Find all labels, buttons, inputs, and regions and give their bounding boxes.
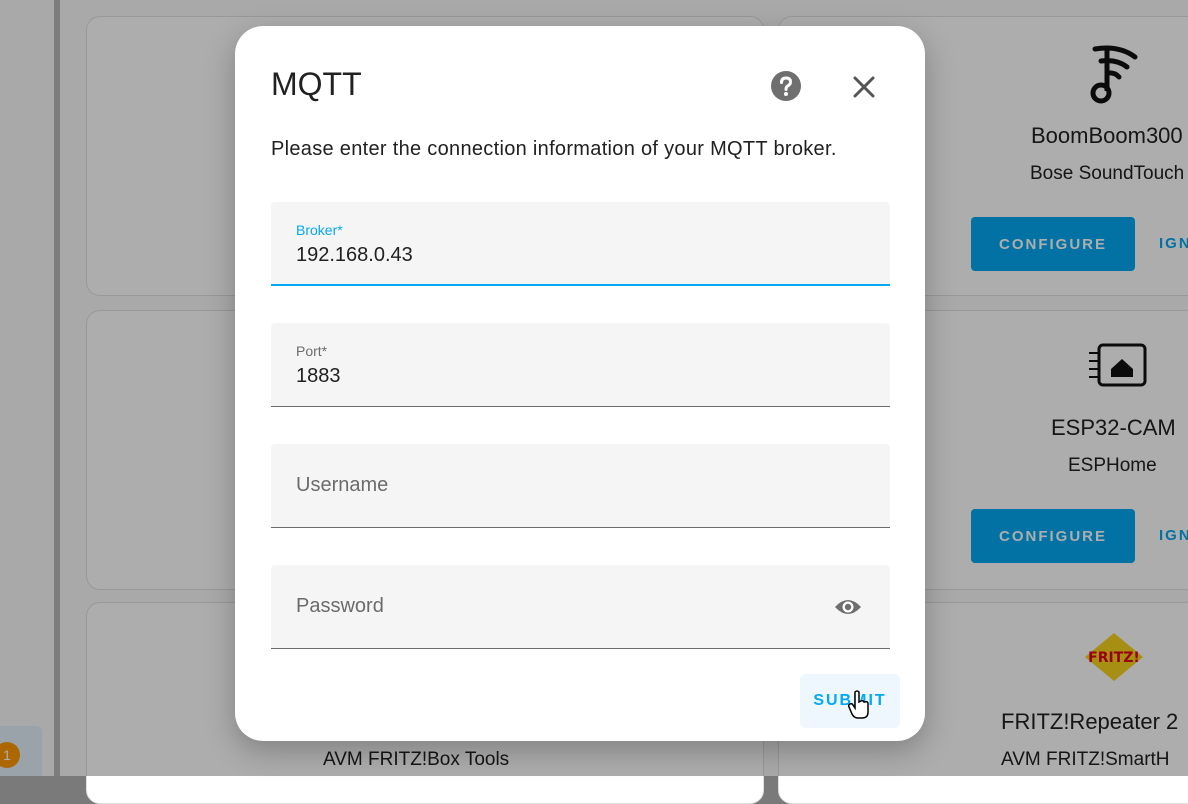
eye-icon[interactable] [834,595,862,619]
username-field[interactable]: Username [271,444,890,528]
port-label: Port* [296,343,328,359]
port-field[interactable]: Port* 1883 [271,323,890,407]
password-field[interactable]: Password [271,565,890,649]
help-icon[interactable] [770,70,802,102]
dialog-title: MQTT [271,66,362,102]
hand-cursor-icon [848,690,869,719]
password-placeholder: Password [296,595,384,617]
dialog-description: Please enter the connection information … [271,138,837,160]
broker-field[interactable]: Broker* 192.168.0.43 [271,202,890,286]
broker-value[interactable]: 192.168.0.43 [296,244,413,267]
close-icon[interactable] [850,73,878,101]
mqtt-config-dialog: MQTT Please enter the connection informa… [235,26,925,741]
port-value[interactable]: 1883 [296,365,341,388]
username-placeholder: Username [296,474,389,496]
broker-label: Broker* [296,222,343,238]
